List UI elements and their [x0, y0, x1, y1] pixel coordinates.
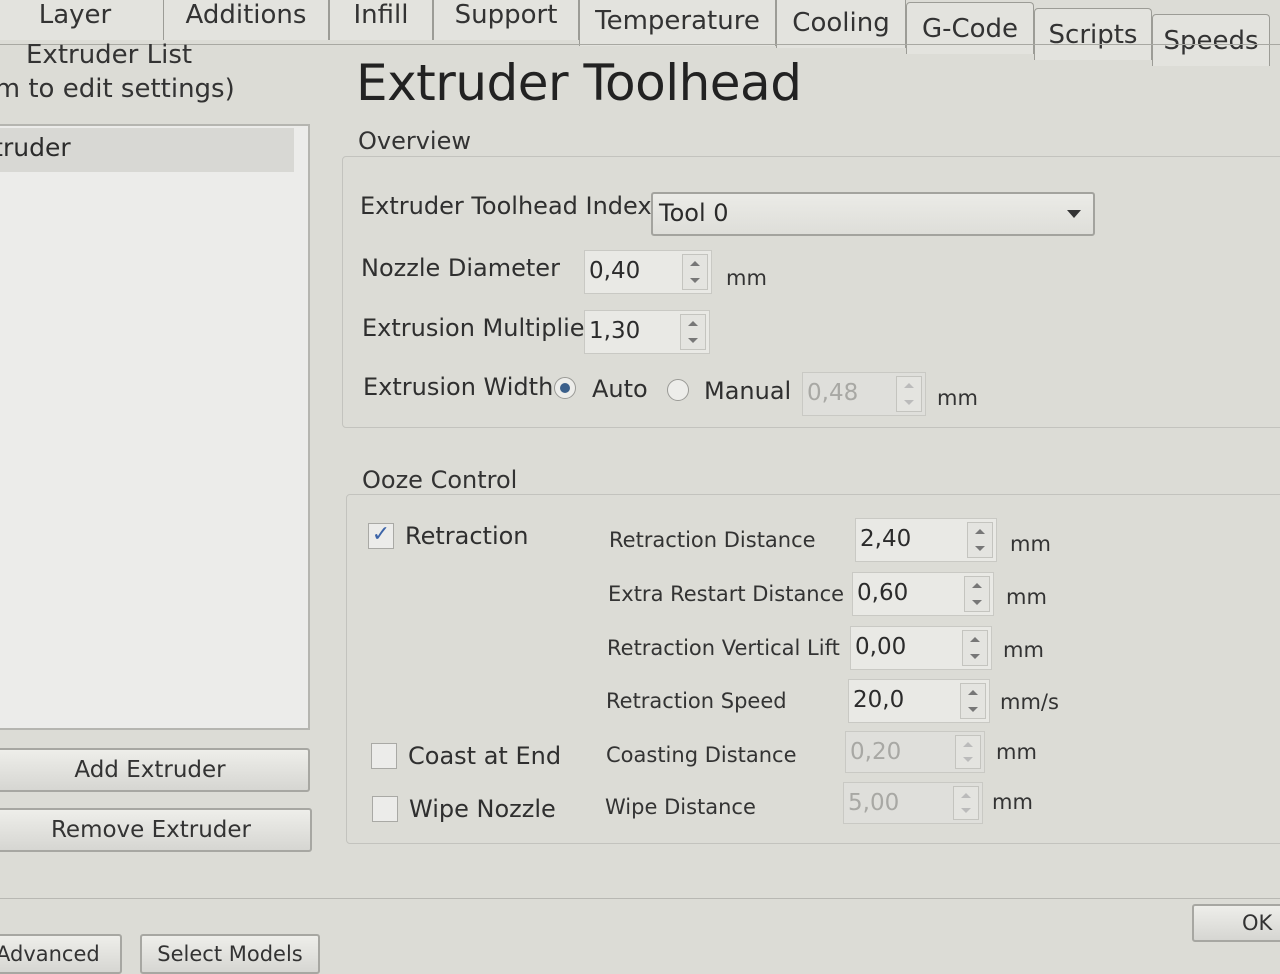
- coasting-distance-unit: mm: [996, 740, 1037, 764]
- width-auto-radio[interactable]: [554, 377, 576, 399]
- add-extruder-button[interactable]: Add Extruder: [0, 748, 310, 792]
- bottom-divider: [0, 898, 1280, 899]
- width-auto-label: Auto: [592, 375, 648, 403]
- tab-scripts-label: Scripts: [1048, 20, 1138, 50]
- nozzle-diameter-value: 0,40: [589, 258, 641, 284]
- wipe-nozzle-checkbox[interactable]: [372, 796, 398, 822]
- retraction-vertical-lift-value: 0,00: [855, 634, 907, 660]
- retraction-vertical-lift-spinbox[interactable]: 0,00: [850, 626, 992, 670]
- retraction-vertical-lift-label: Retraction Vertical Lift: [607, 636, 840, 660]
- extruder-list[interactable]: Primary Extruder: [0, 124, 310, 730]
- nozzle-diameter-unit: mm: [726, 266, 767, 290]
- overview-group-title: Overview: [356, 127, 473, 155]
- retraction-distance-value: 2,40: [860, 526, 912, 552]
- nozzle-diameter-label: Nozzle Diameter: [361, 254, 560, 282]
- tab-speeds[interactable]: Speeds: [1152, 14, 1270, 66]
- spin-arrows-icon[interactable]: [680, 314, 706, 350]
- tab-layer-label: Layer: [38, 0, 112, 30]
- tab-speeds-label: Speeds: [1163, 26, 1259, 56]
- spin-arrows-icon[interactable]: [682, 254, 708, 290]
- wipe-nozzle-label: Wipe Nozzle: [409, 795, 556, 823]
- toolhead-index-label: Extruder Toolhead Index: [360, 192, 652, 220]
- ok-button[interactable]: OK: [1192, 904, 1280, 942]
- tab-cooling-label: Cooling: [792, 8, 890, 38]
- retraction-speed-spinbox[interactable]: 20,0: [848, 679, 990, 723]
- extrusion-multiplier-value: 1,30: [589, 318, 641, 344]
- extra-restart-distance-unit: mm: [1006, 585, 1047, 609]
- ooze-control-title: Ooze Control: [360, 466, 520, 494]
- retraction-vertical-lift-unit: mm: [1003, 638, 1044, 662]
- width-manual-label: Manual: [704, 377, 792, 405]
- coast-at-end-label: Coast at End: [408, 742, 562, 770]
- spin-arrows-icon[interactable]: [953, 786, 979, 820]
- toolhead-index-value: Tool 0: [659, 199, 729, 227]
- extruder-item-label: Primary Extruder: [0, 133, 71, 162]
- tab-g-code[interactable]: G-Code: [906, 2, 1034, 54]
- tab-cooling[interactable]: Cooling: [776, 0, 906, 48]
- extrusion-multiplier-label: Extrusion Multiplier: [362, 314, 595, 342]
- tab-temperature-label: Temperature: [595, 6, 760, 36]
- width-manual-radio[interactable]: [667, 379, 689, 401]
- tab-infill[interactable]: Infill: [329, 0, 433, 40]
- wipe-distance-label: Wipe Distance: [605, 795, 756, 819]
- extra-restart-distance-label: Extra Restart Distance: [608, 582, 845, 606]
- tab-additions-label: Additions: [185, 0, 307, 30]
- wipe-distance-unit: mm: [992, 790, 1033, 814]
- extra-restart-distance-spinbox[interactable]: 0,60: [852, 572, 994, 616]
- spin-arrows-icon[interactable]: [896, 376, 922, 412]
- page-title: Extruder Toolhead: [356, 54, 802, 112]
- spin-arrows-icon[interactable]: [960, 683, 986, 719]
- coasting-distance-spinbox[interactable]: 0,20: [845, 731, 985, 773]
- extrusion-width-value: 0,48: [807, 380, 859, 406]
- wipe-distance-spinbox[interactable]: 5,00: [843, 782, 983, 824]
- retraction-distance-unit: mm: [1010, 532, 1051, 556]
- coasting-distance-value: 0,20: [850, 739, 902, 765]
- retraction-label: Retraction: [405, 522, 529, 550]
- extrusion-width-unit: mm: [937, 386, 978, 410]
- spin-arrows-icon[interactable]: [964, 576, 990, 612]
- tab-layer[interactable]: Layer: [0, 0, 170, 40]
- tab-temperature[interactable]: Temperature: [579, 0, 776, 46]
- check-icon: ✓: [371, 522, 391, 547]
- retraction-distance-spinbox[interactable]: 2,40: [855, 518, 997, 562]
- spin-arrows-icon[interactable]: [967, 522, 993, 558]
- spin-arrows-icon[interactable]: [955, 735, 981, 769]
- tab-infill-label: Infill: [353, 0, 409, 30]
- coast-at-end-checkbox[interactable]: [371, 743, 397, 769]
- chevron-down-icon: [1067, 210, 1081, 218]
- extrusion-width-label: Extrusion Width: [363, 373, 554, 401]
- retraction-speed-unit: mm/s: [1000, 690, 1059, 714]
- tab-support[interactable]: Support: [433, 0, 579, 40]
- coasting-distance-label: Coasting Distance: [606, 743, 797, 767]
- extrusion-multiplier-spinbox[interactable]: 1,30: [584, 310, 710, 354]
- wipe-distance-value: 5,00: [848, 790, 900, 816]
- extruder-list-header: Extruder List (Click item to edit settin…: [0, 38, 314, 118]
- select-models-button[interactable]: Select Models: [140, 934, 320, 974]
- extruder-list-title: Extruder List: [26, 40, 193, 70]
- tab-support-label: Support: [454, 0, 558, 30]
- extruder-list-hint: (Click item to edit settings): [0, 74, 235, 104]
- tab-scripts[interactable]: Scripts: [1034, 8, 1152, 60]
- tab-g-code-label: G-Code: [921, 14, 1019, 44]
- nozzle-diameter-spinbox[interactable]: 0,40: [584, 250, 712, 294]
- retraction-speed-label: Retraction Speed: [606, 689, 787, 713]
- extra-restart-distance-value: 0,60: [857, 580, 909, 606]
- retraction-checkbox[interactable]: ✓: [368, 523, 394, 549]
- retraction-speed-value: 20,0: [853, 687, 905, 713]
- advanced-button[interactable]: Advanced: [0, 934, 122, 974]
- spin-arrows-icon[interactable]: [962, 630, 988, 666]
- toolhead-index-select[interactable]: Tool 0: [651, 192, 1095, 236]
- retraction-distance-label: Retraction Distance: [609, 528, 816, 552]
- extrusion-width-spinbox[interactable]: 0,48: [802, 372, 926, 416]
- tab-additions[interactable]: Additions: [163, 0, 329, 40]
- list-item[interactable]: Primary Extruder: [0, 128, 294, 172]
- remove-extruder-button[interactable]: Remove Extruder: [0, 808, 312, 852]
